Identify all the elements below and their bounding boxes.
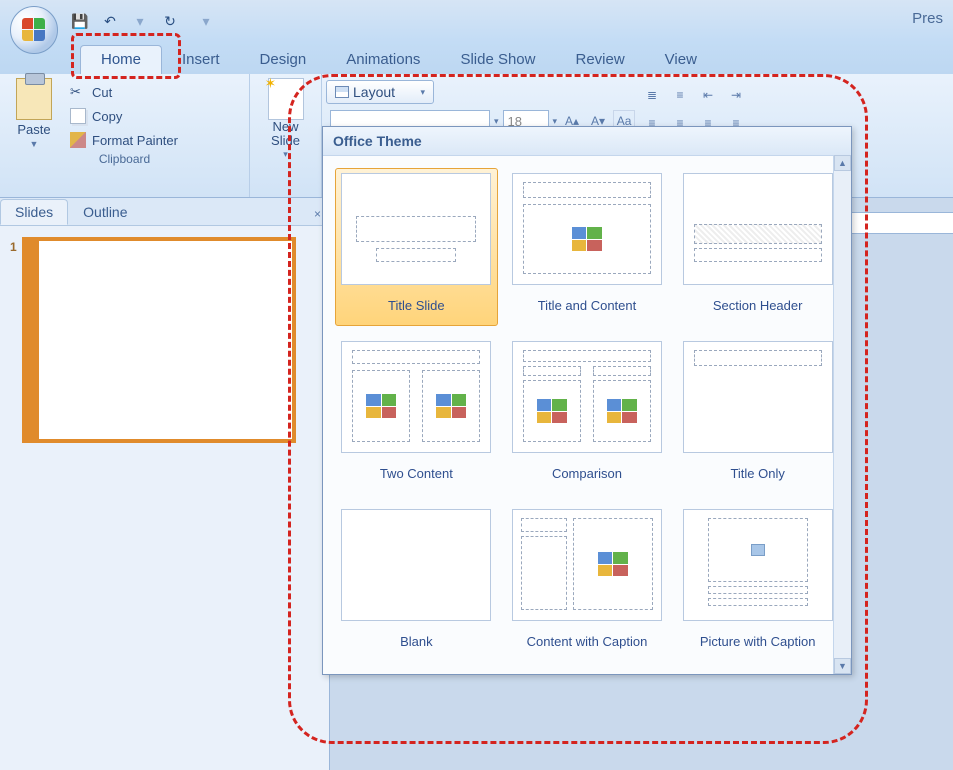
layout-label: Layout	[353, 84, 395, 100]
scroll-down-icon[interactable]: ▼	[834, 658, 851, 674]
slide-thumbnail[interactable]	[25, 240, 293, 440]
content-placeholder-icon	[572, 227, 602, 251]
layout-gallery: Office Theme Title Slide Title and Conte…	[322, 126, 852, 675]
new-slide-button[interactable]: NewSlide ▾	[257, 78, 315, 160]
chevron-down-icon: ▾	[553, 116, 558, 127]
layout-label: Title and Content	[538, 289, 637, 321]
scroll-up-icon[interactable]: ▲	[834, 155, 851, 171]
copy-icon	[70, 108, 86, 124]
copy-label: Copy	[92, 109, 122, 124]
document-title: Pres	[912, 10, 943, 27]
clipboard-icon	[16, 78, 52, 120]
new-slide-label: NewSlide	[271, 120, 300, 149]
chevron-down-icon: ▾	[494, 116, 499, 127]
tab-review[interactable]: Review	[555, 46, 644, 74]
layout-two-content[interactable]: Two Content	[335, 336, 498, 494]
redo-icon[interactable]: ↻	[160, 11, 180, 31]
outline-tab[interactable]: Outline	[68, 199, 142, 225]
layout-label: Two Content	[380, 457, 453, 489]
gallery-scrollbar[interactable]: ▲ ▼	[833, 155, 851, 674]
office-button[interactable]	[10, 6, 58, 54]
scissors-icon: ✂	[70, 84, 86, 100]
numbering-icon[interactable]: ≡	[669, 84, 691, 106]
chevron-down-icon: ▾	[420, 87, 425, 98]
picture-icon	[751, 544, 765, 556]
indent-dec-icon[interactable]: ⇤	[697, 84, 719, 106]
qat-sep: ▾	[130, 11, 150, 31]
layout-blank[interactable]: Blank	[335, 504, 498, 662]
paste-button[interactable]: Paste ▼	[8, 78, 60, 150]
layout-section-header[interactable]: Section Header	[676, 168, 839, 326]
layout-label: Blank	[400, 625, 433, 657]
layout-title-slide[interactable]: Title Slide	[335, 168, 498, 326]
ribbon-tabstrip: Home Insert Design Animations Slide Show…	[0, 42, 953, 74]
format-painter-button[interactable]: Format Painter	[66, 130, 182, 150]
layout-title-and-content[interactable]: Title and Content	[506, 168, 669, 326]
copy-button[interactable]: Copy	[66, 106, 182, 126]
slides-tab[interactable]: Slides	[0, 199, 68, 225]
layout-label: Title Slide	[388, 289, 445, 321]
tab-home[interactable]: Home	[80, 45, 162, 74]
tab-animations[interactable]: Animations	[326, 46, 440, 74]
tab-view[interactable]: View	[645, 46, 717, 74]
paintbrush-icon	[70, 132, 86, 148]
layout-title-only[interactable]: Title Only	[676, 336, 839, 494]
office-logo-icon	[22, 18, 46, 42]
new-slide-icon	[268, 78, 304, 120]
tab-insert[interactable]: Insert	[162, 46, 240, 74]
chevron-down-icon: ▼	[30, 139, 39, 149]
layout-icon	[335, 86, 349, 98]
tab-slideshow[interactable]: Slide Show	[440, 46, 555, 74]
layout-label: Picture with Caption	[700, 625, 816, 657]
indent-inc-icon[interactable]: ⇥	[725, 84, 747, 106]
title-bar: 💾 ↶ ▾ ↻ ▾ Pres	[0, 0, 953, 42]
tab-design[interactable]: Design	[240, 46, 327, 74]
layout-picture-with-caption[interactable]: Picture with Caption	[676, 504, 839, 662]
paste-label: Paste	[17, 122, 50, 137]
slide-number: 1	[10, 240, 17, 440]
qat-customize-icon[interactable]: ▾	[196, 11, 216, 31]
layout-label: Title Only	[730, 457, 784, 489]
clipboard-group-label: Clipboard	[8, 150, 241, 168]
slides-panel: Slides Outline × 1	[0, 198, 330, 770]
undo-icon[interactable]: ↶	[100, 11, 120, 31]
cut-label: Cut	[92, 85, 112, 100]
layout-label: Content with Caption	[527, 625, 648, 657]
layout-label: Section Header	[713, 289, 803, 321]
save-icon[interactable]: 💾	[70, 11, 90, 31]
format-painter-label: Format Painter	[92, 133, 178, 148]
layout-button[interactable]: Layout ▾	[326, 80, 434, 104]
gallery-header: Office Theme	[323, 127, 851, 156]
bullets-icon[interactable]: ≣	[641, 84, 663, 106]
layout-label: Comparison	[552, 457, 622, 489]
quick-access-toolbar: 💾 ↶ ▾ ↻ ▾	[70, 11, 216, 31]
layout-comparison[interactable]: Comparison	[506, 336, 669, 494]
chevron-down-icon: ▾	[283, 149, 288, 160]
cut-button[interactable]: ✂ Cut	[66, 82, 182, 102]
layout-content-with-caption[interactable]: Content with Caption	[506, 504, 669, 662]
